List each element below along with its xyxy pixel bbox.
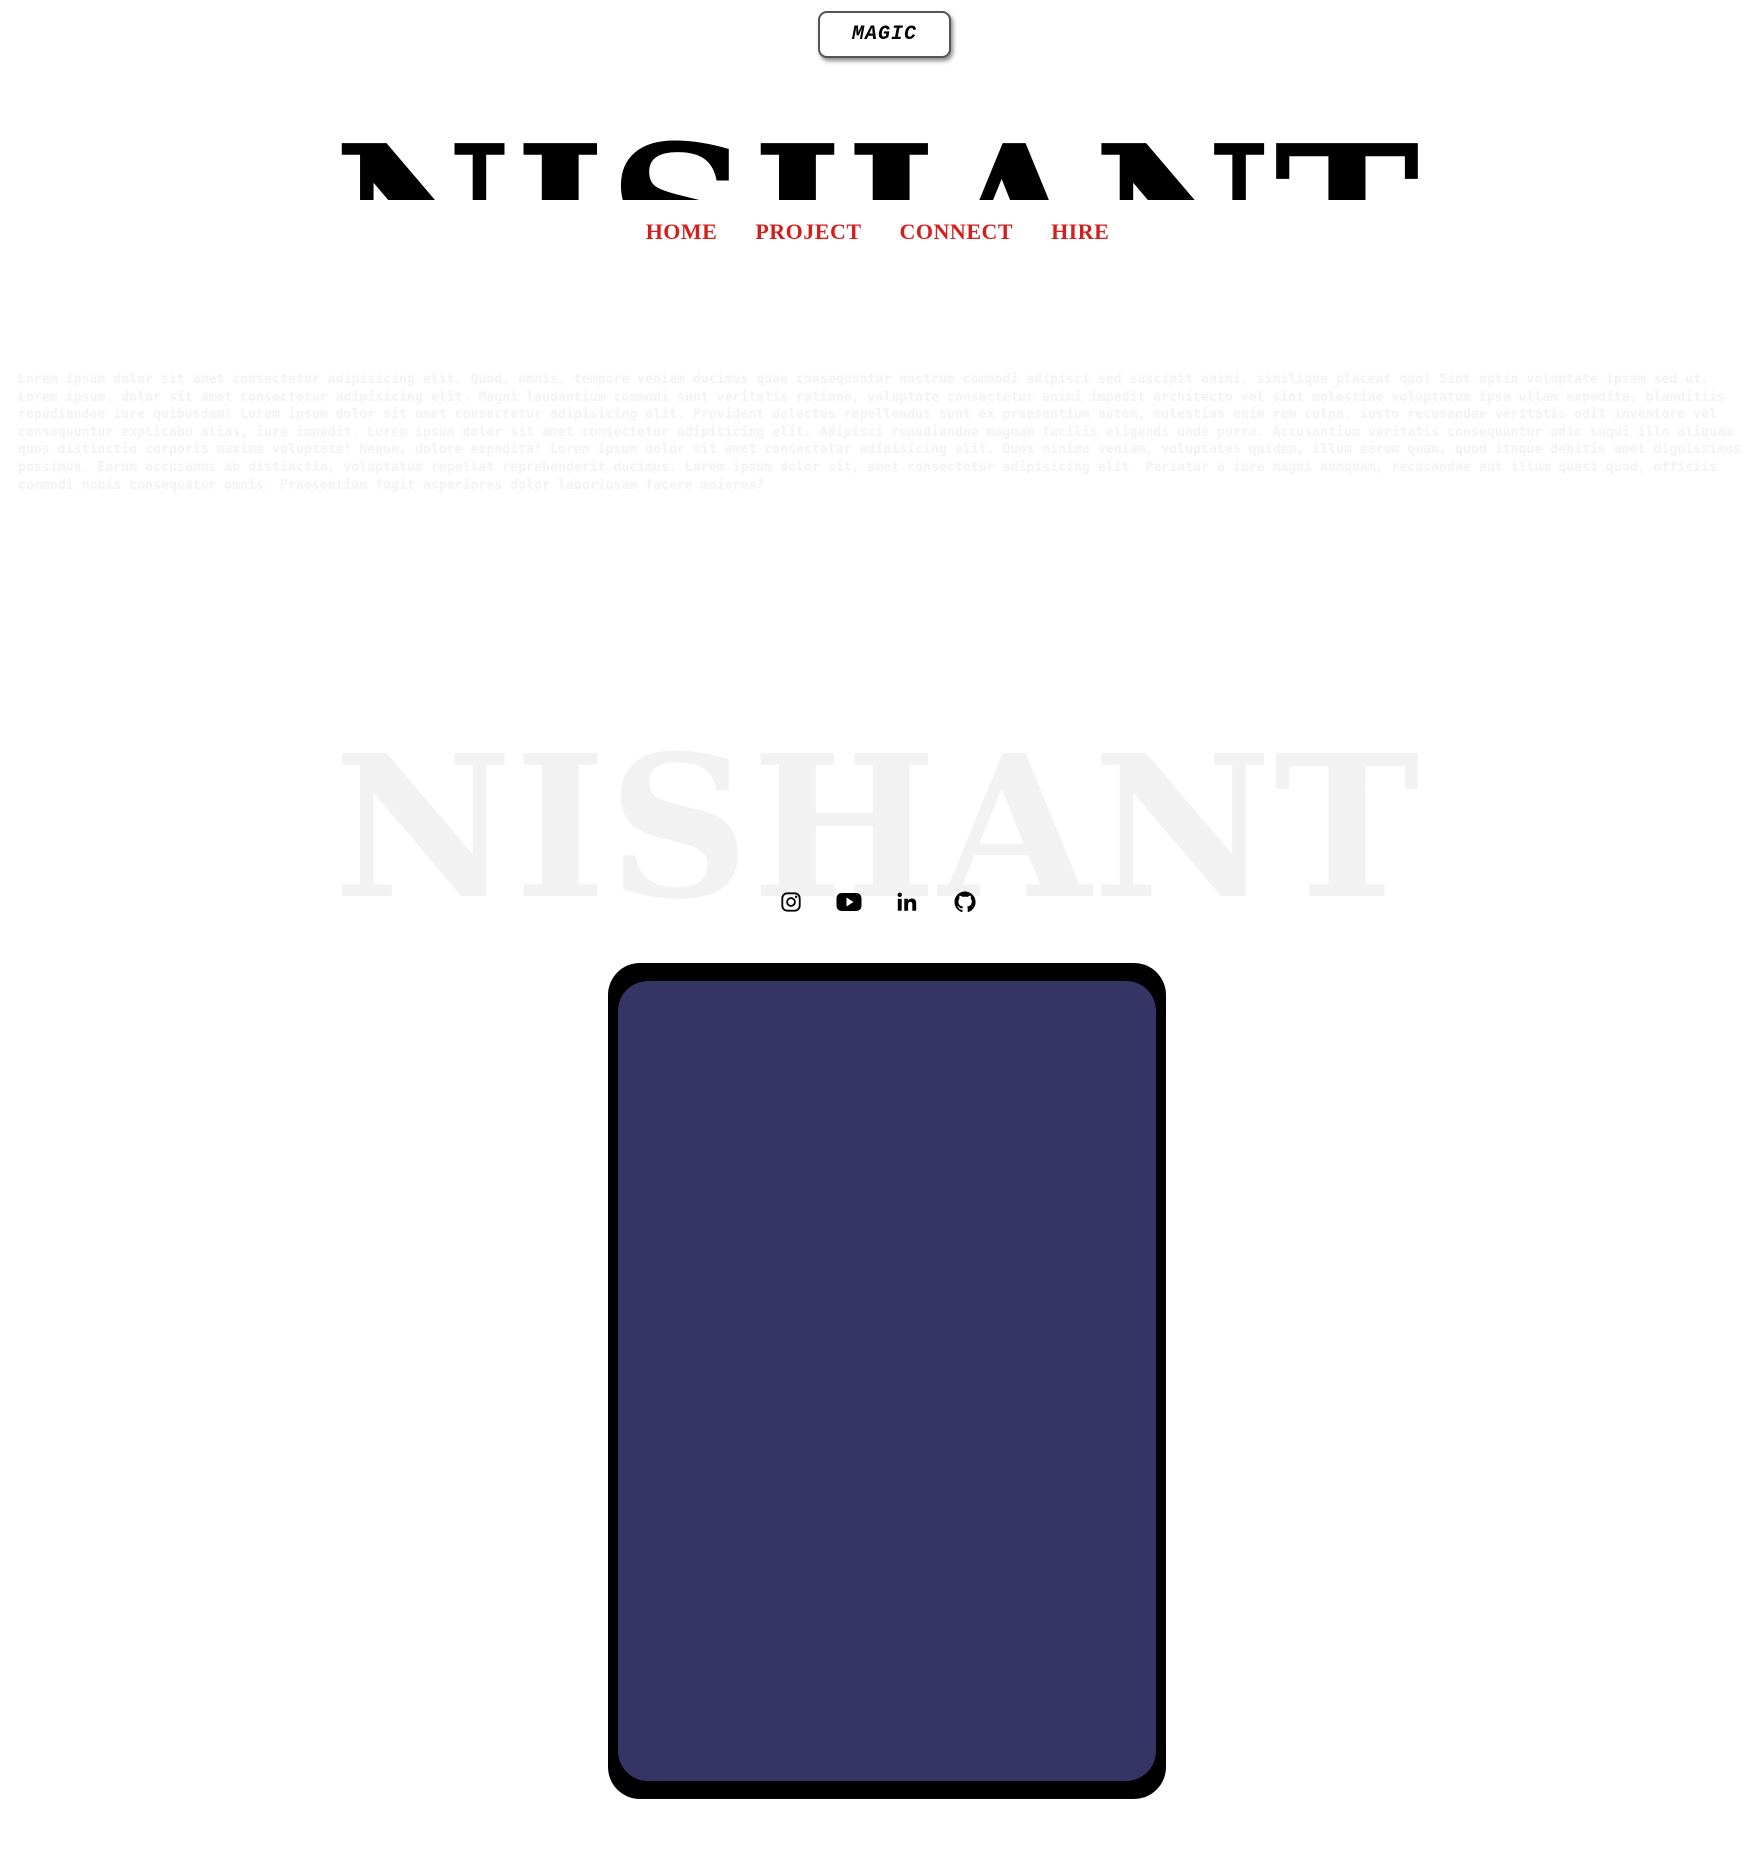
main-nav: HOME PROJECT CONNECT HIRE [0, 219, 1755, 245]
intro-paragraph: Lorem ipsum dolor sit amet consectetur a… [18, 372, 1741, 493]
nav-link-project[interactable]: PROJECT [755, 219, 861, 245]
github-link[interactable] [951, 888, 979, 916]
youtube-link[interactable] [835, 888, 863, 916]
nav-link-hire[interactable]: HIRE [1051, 219, 1109, 245]
instagram-icon [780, 892, 801, 912]
magic-button[interactable]: MAGIC [818, 11, 951, 58]
nav-link-connect[interactable]: CONNECT [900, 219, 1014, 245]
github-icon [954, 891, 976, 913]
instagram-link[interactable] [777, 888, 805, 916]
linkedin-icon [897, 892, 916, 911]
hero-title: NISHANT [300, 120, 1455, 200]
linkedin-link[interactable] [893, 888, 921, 916]
nav-link-home[interactable]: HOME [646, 219, 718, 245]
social-links [0, 888, 1755, 916]
tablet-frame [608, 963, 1166, 1799]
tablet-screen [618, 981, 1156, 1781]
youtube-icon [836, 893, 861, 911]
hero-title-container: NISHANT [300, 120, 1455, 200]
